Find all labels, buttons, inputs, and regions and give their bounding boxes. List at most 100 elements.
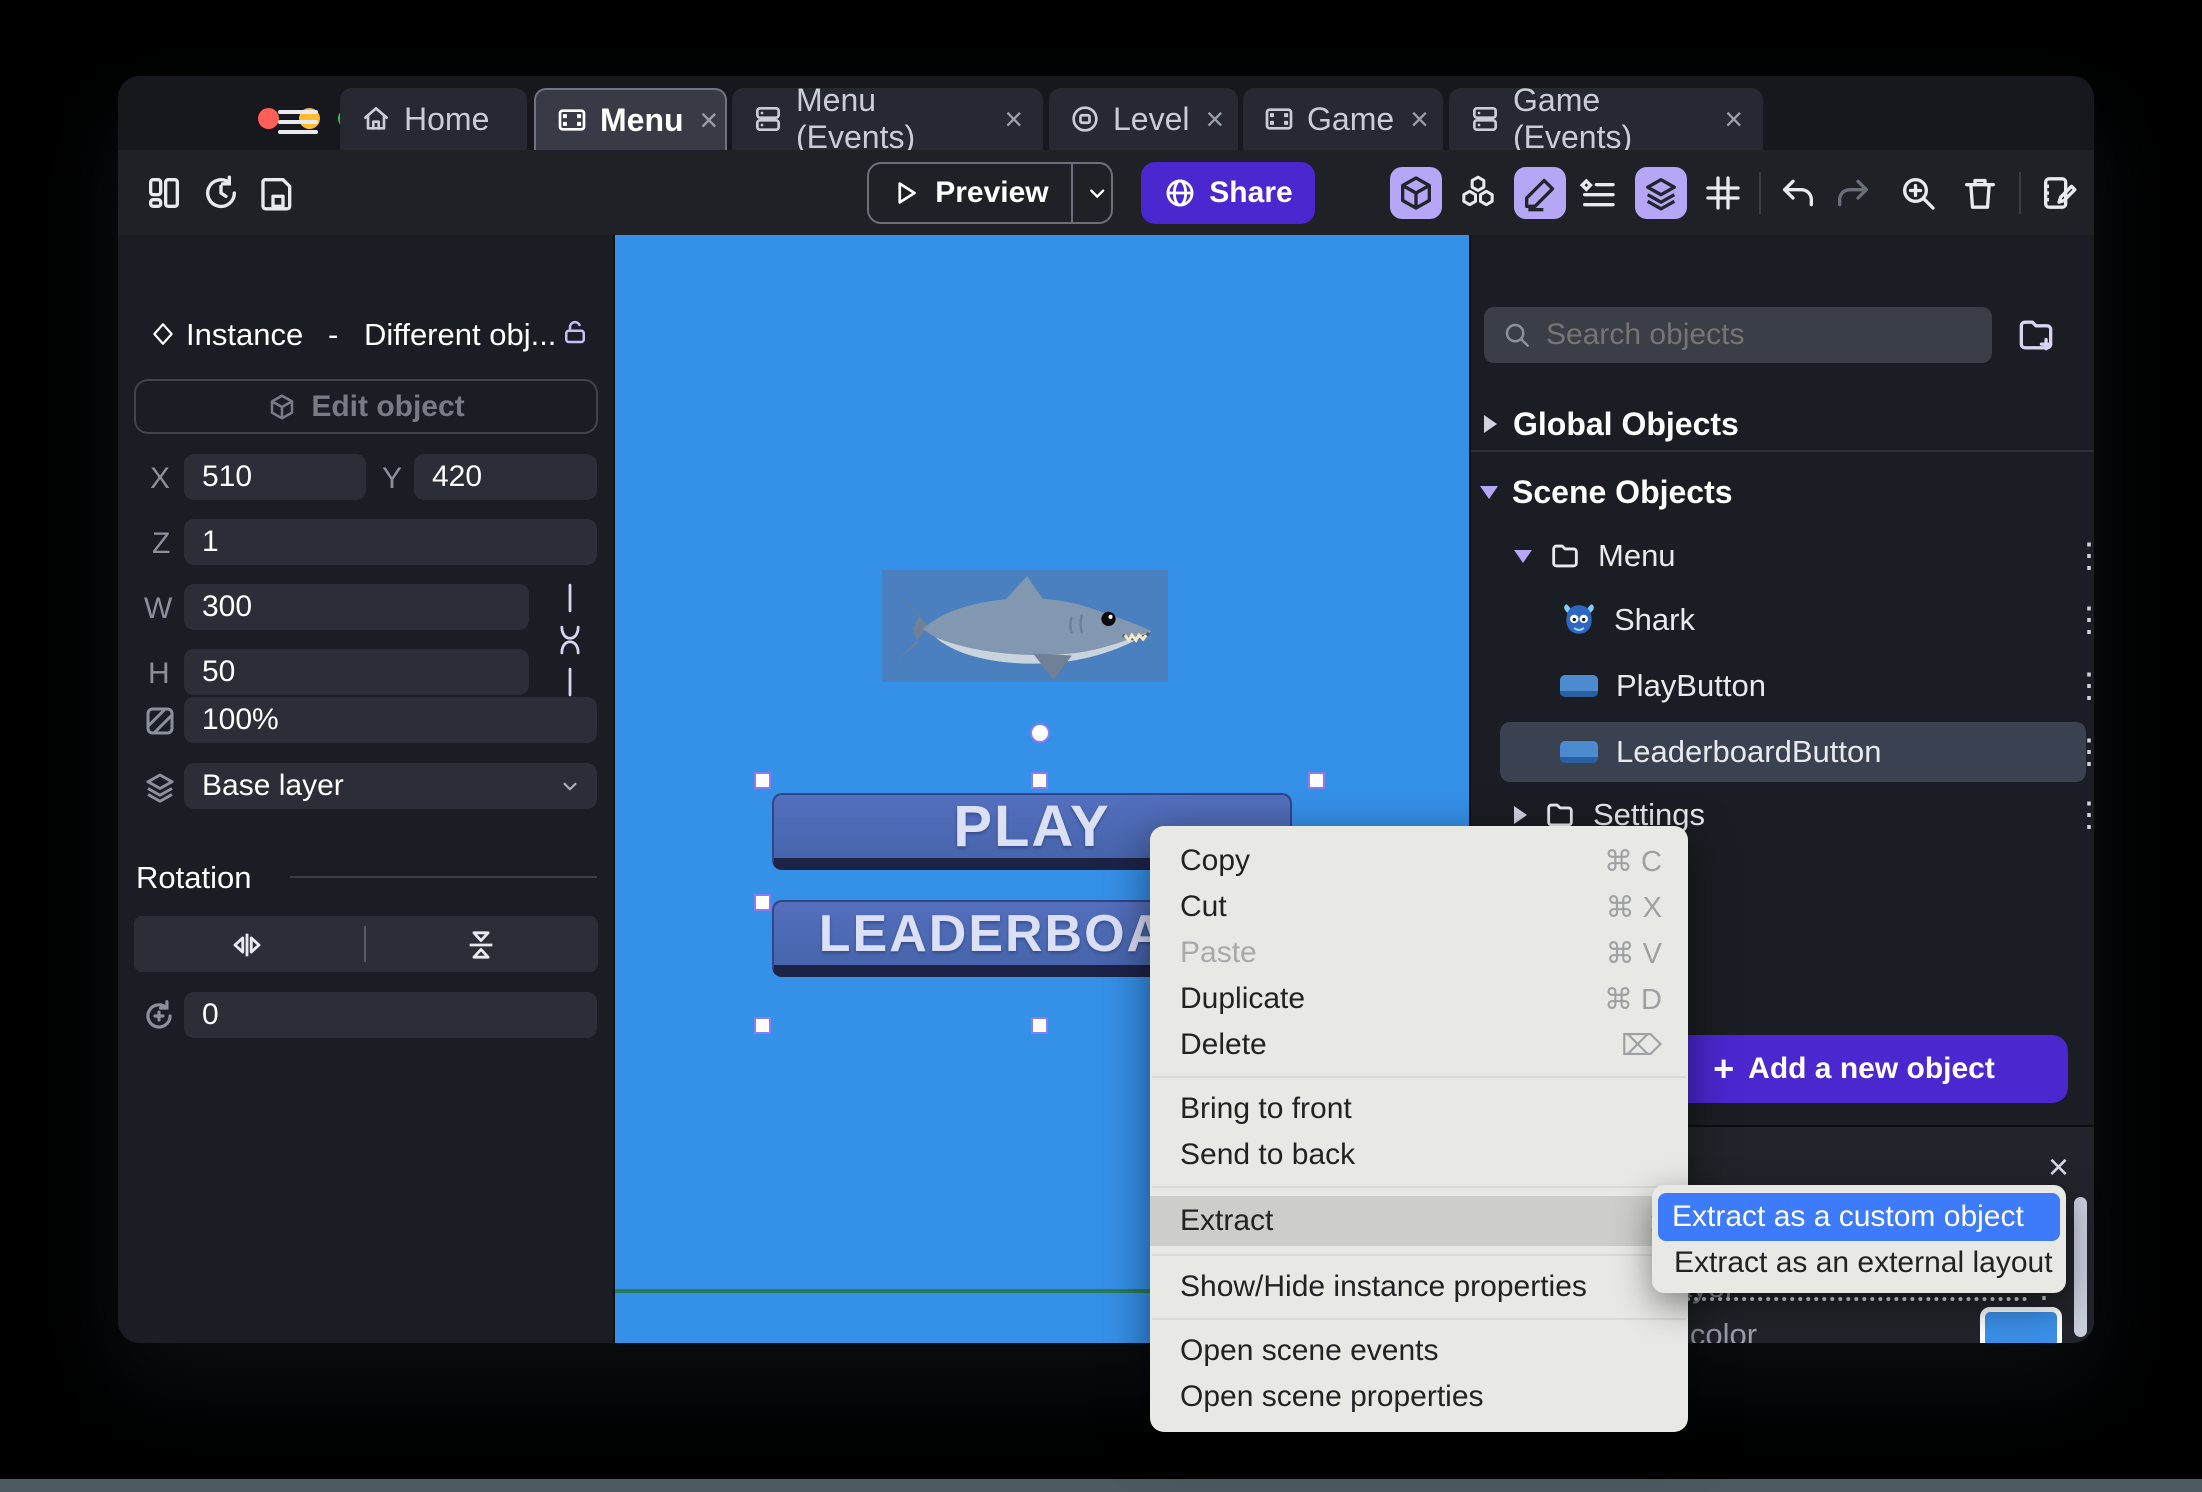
play-icon — [898, 182, 916, 204]
flip-toolbar — [134, 916, 598, 972]
menu-item-duplicate[interactable]: Duplicate ⌘ D — [1150, 976, 1688, 1022]
menu-item-send-to-back[interactable]: Send to back — [1150, 1132, 1688, 1178]
color-swatch[interactable] — [1980, 1307, 2062, 1343]
scrollbar-thumb[interactable] — [2074, 1197, 2087, 1337]
search-box — [1484, 307, 1992, 363]
tab-close-icon[interactable]: × — [1004, 101, 1023, 138]
scene-objects-row[interactable]: Scene Objects — [1480, 464, 2080, 520]
button-object-icon — [1560, 675, 1598, 697]
share-button[interactable]: Share — [1141, 162, 1315, 224]
menu-item-copy[interactable]: Copy ⌘ C — [1150, 838, 1688, 884]
opacity-field[interactable]: 100% — [184, 697, 597, 743]
tab-close-icon[interactable]: × — [1724, 101, 1743, 138]
menu-separator — [1152, 1076, 1686, 1078]
rotation-field[interactable]: 0 — [184, 992, 597, 1038]
tab-game[interactable]: Game × — [1243, 88, 1443, 150]
playbutton-kebab-icon[interactable]: ⋮ — [2072, 666, 2094, 706]
add-object-button[interactable]: + Add a new object — [1640, 1035, 2068, 1103]
add-folder-icon[interactable] — [2014, 313, 2058, 357]
menu-item-delete[interactable]: Delete ⌦ — [1150, 1022, 1688, 1068]
object-row-playbutton[interactable]: PlayButton — [1560, 658, 2060, 714]
layers-panel-toggle[interactable] — [1635, 167, 1687, 219]
shark-sprite[interactable] — [882, 570, 1168, 682]
menu-item-open-scene-events[interactable]: Open scene events — [1150, 1328, 1688, 1374]
submenu-item-extract-external-layout[interactable]: Extract as an external layout — [1658, 1241, 2060, 1285]
tab-close-icon[interactable]: × — [1410, 101, 1429, 138]
menu-item-show-hide-instance-properties[interactable]: Show/Hide instance properties — [1150, 1264, 1688, 1310]
chevron-down-icon[interactable] — [1083, 178, 1111, 208]
menu-item-open-scene-properties[interactable]: Open scene properties — [1150, 1374, 1688, 1420]
delete-key-icon: ⌦ — [1620, 1029, 1662, 1062]
plus-icon: + — [1713, 1048, 1735, 1089]
selection-handle-nw[interactable] — [754, 772, 771, 789]
z-field[interactable]: 1 — [184, 519, 597, 565]
layers-close-icon[interactable]: × — [2048, 1149, 2069, 1185]
grid-toggle[interactable] — [1697, 167, 1749, 219]
delete-button[interactable] — [1954, 167, 2006, 219]
selection-handle-n[interactable] — [1031, 772, 1048, 789]
object-row-shark[interactable]: Shark — [1560, 592, 2060, 648]
folder-icon — [1552, 544, 1578, 568]
shortcut: ⌘ V — [1605, 937, 1662, 970]
shark-kebab-icon[interactable]: ⋮ — [2072, 600, 2094, 640]
menu-item-extract[interactable]: Extract› — [1150, 1196, 1688, 1246]
scene-icon — [1265, 108, 1293, 130]
chevron-right-icon — [1514, 806, 1527, 824]
properties-panel: Instance - Different obj... Edit object … — [118, 235, 615, 1343]
flip-horizontal-icon[interactable] — [230, 928, 264, 962]
preview-button[interactable]: Preview — [867, 162, 1113, 224]
edit-object-button[interactable]: Edit object — [134, 379, 598, 434]
tab-level[interactable]: Level × — [1049, 88, 1238, 150]
layer-select[interactable]: Base layer — [184, 763, 597, 809]
selection-handle-s[interactable] — [1031, 1017, 1048, 1034]
selection-handle-sw[interactable] — [754, 1017, 771, 1034]
note-edit-icon — [2043, 177, 2077, 209]
rotation-handle[interactable] — [1030, 723, 1050, 743]
selection-handle-w[interactable] — [754, 894, 771, 911]
tab-home[interactable]: Home — [340, 88, 527, 150]
save-button[interactable] — [252, 167, 304, 219]
zoom-button[interactable] — [1892, 167, 1944, 219]
pencil-icon — [1525, 178, 1555, 212]
global-objects-row[interactable]: Global Objects — [1484, 396, 2084, 452]
folder-row-menu[interactable]: Menu — [1514, 528, 2074, 584]
h-field[interactable]: 50 — [184, 649, 529, 695]
main-menu-icon[interactable] — [278, 104, 318, 134]
tab-label: Game — [1307, 100, 1395, 137]
menu-item-cut[interactable]: Cut ⌘ X — [1150, 884, 1688, 930]
selection-handle-ne[interactable] — [1308, 772, 1325, 789]
settings-kebab-icon[interactable]: ⋮ — [2072, 795, 2094, 835]
w-field[interactable]: 300 — [184, 584, 529, 630]
object-row-leaderboardbutton-selected[interactable]: LeaderboardButton ⋮ — [1500, 722, 2094, 782]
lock-open-icon[interactable] — [560, 317, 590, 347]
undo-button[interactable] — [1772, 167, 1824, 219]
shortcut: ⌘ D — [1604, 983, 1662, 1016]
link-size-icon[interactable] — [556, 580, 584, 700]
tab-game-events[interactable]: Game (Events) × — [1449, 82, 1763, 155]
leaderboardbutton-kebab-icon[interactable]: ⋮ — [2072, 732, 2094, 772]
y-field[interactable]: 420 — [414, 454, 597, 500]
history-button[interactable] — [195, 167, 247, 219]
search-input[interactable] — [1546, 318, 1966, 352]
properties-panel-toggle[interactable] — [1514, 167, 1566, 219]
instance-list-toggle[interactable] — [1572, 167, 1624, 219]
submenu-item-extract-custom-object[interactable]: Extract as a custom object — [1658, 1193, 2060, 1241]
objects-panel-toggle[interactable] — [1390, 167, 1442, 219]
menu-item-bring-to-front[interactable]: Bring to front — [1150, 1086, 1688, 1132]
instances-panel-toggle[interactable] — [1452, 167, 1504, 219]
divider — [1070, 162, 1073, 224]
tab-close-icon[interactable]: × — [700, 102, 719, 139]
panels-layout-button[interactable] — [138, 167, 190, 219]
tab-label: Menu — [600, 101, 684, 138]
close-window-button[interactable] — [258, 108, 279, 129]
tab-close-icon[interactable]: × — [1206, 101, 1225, 138]
object-row-leaderboardbutton[interactable]: LeaderboardButton — [1560, 724, 2040, 780]
tab-menu-events[interactable]: Menu (Events) × — [732, 82, 1043, 155]
menu-separator — [1152, 1318, 1686, 1320]
tab-menu[interactable]: Menu × — [534, 88, 727, 150]
x-field[interactable]: 510 — [184, 454, 366, 500]
menu-kebab-icon[interactable]: ⋮ — [2072, 536, 2094, 576]
edit-scene-button[interactable] — [2033, 167, 2085, 219]
redo-button[interactable] — [1827, 167, 1879, 219]
flip-vertical-icon[interactable] — [464, 928, 498, 962]
